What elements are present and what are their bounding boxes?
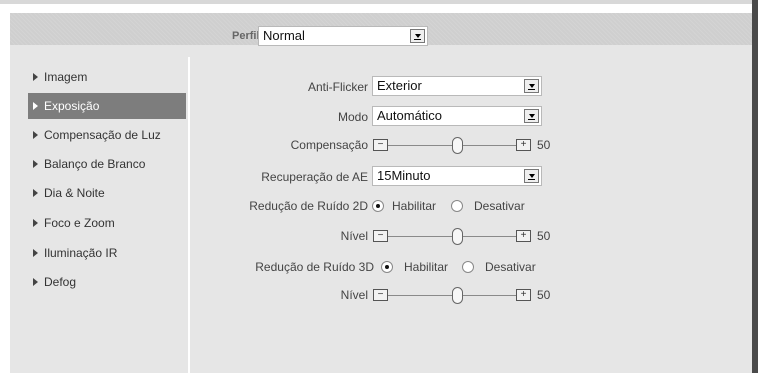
sidebar-item-label: Defog: [44, 275, 77, 289]
reducao-3d-desativar-radio[interactable]: [462, 261, 474, 273]
reducao-2d-habilitar-radio[interactable]: [372, 200, 384, 212]
compensacao-slider-handle[interactable]: [452, 137, 463, 154]
nivel-2d-slider-handle[interactable]: [452, 228, 463, 245]
profile-label: Perfil: [232, 30, 260, 42]
anti-flicker-select[interactable]: Exterior: [372, 76, 542, 96]
dropdown-arrow-icon: [410, 29, 425, 43]
dropdown-arrow-icon: [524, 109, 539, 123]
sidebar-item-label: Iluminação IR: [44, 246, 118, 260]
triangle-right-icon: [33, 73, 38, 81]
nivel-2d-label: Nível: [340, 229, 368, 243]
triangle-right-icon: [33, 249, 38, 257]
triangle-right-icon: [33, 160, 38, 168]
nivel-2d-increase-button[interactable]: +: [516, 230, 531, 242]
reducao-3d-label: Redução de Ruído 3D: [255, 260, 374, 274]
profile-select-value: Normal: [263, 28, 305, 43]
nivel-3d-increase-button[interactable]: +: [516, 289, 531, 301]
modo-select[interactable]: Automático: [372, 106, 542, 126]
triangle-right-icon: [33, 131, 38, 139]
sidebar-item-defog[interactable]: Defog: [28, 269, 186, 295]
triangle-right-icon: [33, 189, 38, 197]
sidebar-item-label: Compensação de Luz: [44, 128, 161, 142]
sidebar-item-foco-zoom[interactable]: Foco e Zoom: [28, 210, 186, 236]
triangle-right-icon: [33, 102, 38, 110]
reducao-3d-habilitar-radio[interactable]: [381, 261, 393, 273]
nivel-2d-value: 50: [537, 229, 551, 243]
top-border: [0, 0, 752, 4]
reducao-2d-label: Redução de Ruído 2D: [249, 199, 368, 213]
reducao-2d-habilitar-label: Habilitar: [392, 199, 437, 213]
compensacao-decrease-button[interactable]: −: [373, 139, 388, 151]
nivel-3d-decrease-button[interactable]: −: [373, 289, 388, 301]
reducao-3d-habilitar-label: Habilitar: [404, 260, 449, 274]
nivel-3d-value: 50: [537, 288, 551, 302]
sidebar-item-compensacao-de-luz[interactable]: Compensação de Luz: [28, 122, 186, 148]
nivel-3d-label: Nível: [340, 288, 368, 302]
modo-value: Automático: [377, 108, 443, 123]
reducao-3d-desativar-label: Desativar: [485, 260, 536, 274]
profile-select[interactable]: Normal: [258, 26, 428, 46]
dropdown-arrow-icon: [524, 169, 539, 183]
sidebar-divider: [188, 57, 190, 373]
anti-flicker-value: Exterior: [377, 78, 422, 93]
sidebar-item-label: Exposição: [44, 99, 100, 113]
compensacao-value: 50: [537, 138, 551, 152]
dropdown-arrow-icon: [524, 79, 539, 93]
sidebar-item-iluminacao-ir[interactable]: Iluminação IR: [28, 240, 186, 266]
recuperacao-ae-label: Recuperação de AE: [261, 170, 368, 184]
nivel-2d-decrease-button[interactable]: −: [373, 230, 388, 242]
reducao-2d-desativar-label: Desativar: [474, 199, 525, 213]
sidebar-item-balanco-de-branco[interactable]: Balanço de Branco: [28, 151, 186, 177]
sidebar-item-imagem[interactable]: Imagem: [28, 64, 186, 90]
compensacao-label: Compensação: [290, 138, 368, 152]
recuperacao-ae-select[interactable]: 15Minuto: [372, 166, 542, 186]
triangle-right-icon: [33, 278, 38, 286]
sidebar-item-label: Foco e Zoom: [44, 216, 115, 230]
sidebar-item-label: Dia & Noite: [44, 186, 105, 200]
recuperacao-ae-value: 15Minuto: [377, 168, 431, 183]
modo-label: Modo: [337, 110, 368, 124]
compensacao-increase-button[interactable]: +: [516, 139, 531, 151]
nivel-3d-slider-handle[interactable]: [452, 287, 463, 304]
sidebar-item-label: Imagem: [44, 70, 88, 84]
anti-flicker-label: Anti-Flicker: [307, 80, 368, 94]
triangle-right-icon: [33, 219, 38, 227]
sidebar-item-dia-noite[interactable]: Dia & Noite: [28, 180, 186, 206]
reducao-2d-desativar-radio[interactable]: [451, 200, 463, 212]
right-edge-bar: [752, 0, 758, 373]
sidebar-item-exposicao[interactable]: Exposição: [28, 93, 186, 119]
sidebar-item-label: Balanço de Branco: [44, 157, 146, 171]
